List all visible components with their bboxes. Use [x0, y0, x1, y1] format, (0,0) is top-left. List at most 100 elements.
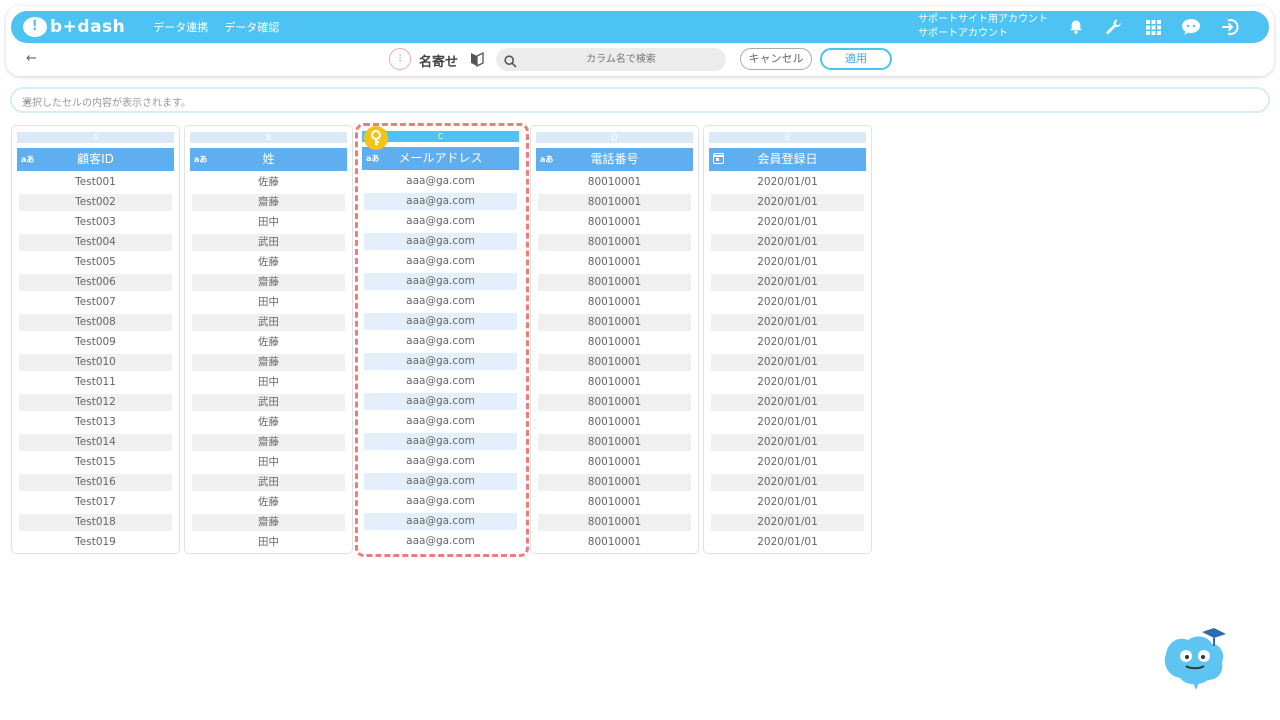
table-cell[interactable]: 2020/01/01: [711, 174, 864, 194]
table-cell[interactable]: 2020/01/01: [711, 354, 864, 374]
table-cell[interactable]: 80010001: [538, 194, 691, 214]
table-cell[interactable]: Test002: [19, 194, 172, 214]
table-cell[interactable]: 80010001: [538, 234, 691, 254]
cell-content-viewer[interactable]: 選択したセルの内容が表示されます。 ⌄: [10, 87, 1270, 113]
table-cell[interactable]: 佐藤: [192, 174, 345, 194]
beginner-mark-icon[interactable]: [470, 51, 484, 71]
table-cell[interactable]: 田中: [192, 214, 345, 234]
table-cell[interactable]: Test014: [19, 434, 172, 454]
table-cell[interactable]: 齋藤: [192, 274, 345, 294]
table-cell[interactable]: 80010001: [538, 274, 691, 294]
table-cell[interactable]: 2020/01/01: [711, 474, 864, 494]
table-cell[interactable]: 田中: [192, 374, 345, 394]
column-a[interactable]: Aaあ 顧客ID Test001 Test002 Test003 Test004 Test0…: [11, 125, 180, 554]
column-e[interactable]: E 会員登録日 2020/01/01 2020/01/01 2020/01/01 2020…: [703, 125, 872, 554]
column-search[interactable]: [496, 48, 726, 71]
table-cell[interactable]: 2020/01/01: [711, 234, 864, 254]
table-cell[interactable]: Test018: [19, 514, 172, 534]
mascot-helper-icon[interactable]: [1158, 626, 1230, 692]
column-d[interactable]: Daあ 電話番号 80010001 80010001 80010001 80010001 8…: [530, 125, 699, 554]
table-cell[interactable]: aaa@ga.com: [364, 513, 517, 533]
table-cell[interactable]: 80010001: [538, 394, 691, 414]
column-b[interactable]: Baあ姓佐藤 齋藤 田中 武田 佐藤 齋藤 田中 武田 佐藤 齋藤 田中 武田 佐藤 齋藤 田中 武田 佐藤 齋藤…: [184, 125, 353, 554]
wrench-icon[interactable]: [1103, 16, 1125, 38]
table-cell[interactable]: 2020/01/01: [711, 374, 864, 394]
nav-data-link[interactable]: データ連携: [153, 19, 208, 35]
support-chat-icon[interactable]: [1180, 16, 1202, 38]
table-cell[interactable]: 80010001: [538, 494, 691, 514]
table-cell[interactable]: 80010001: [538, 254, 691, 274]
apply-button[interactable]: 適用: [820, 48, 892, 70]
table-cell[interactable]: 2020/01/01: [711, 394, 864, 414]
chevron-down-icon[interactable]: ⌄: [22, 93, 1254, 106]
table-cell[interactable]: Test013: [19, 414, 172, 434]
table-cell[interactable]: 田中: [192, 294, 345, 314]
column-c[interactable]: Caあ メールアドレス aaa@ga.com aaa@ga.com aaa@ga.com…: [357, 125, 526, 554]
table-cell[interactable]: 佐藤: [192, 414, 345, 434]
table-cell[interactable]: aaa@ga.com: [364, 173, 517, 193]
table-cell[interactable]: 2020/01/01: [711, 274, 864, 294]
table-cell[interactable]: 80010001: [538, 214, 691, 234]
table-cell[interactable]: Test004: [19, 234, 172, 254]
table-cell[interactable]: 80010001: [538, 314, 691, 334]
table-cell[interactable]: 2020/01/01: [711, 194, 864, 214]
column-header[interactable]: aあ 姓: [190, 148, 347, 171]
column-header[interactable]: aあ 電話番号: [536, 148, 693, 171]
table-cell[interactable]: Test019: [19, 534, 172, 554]
table-cell[interactable]: Test012: [19, 394, 172, 414]
table-cell[interactable]: aaa@ga.com: [364, 433, 517, 453]
table-cell[interactable]: aaa@ga.com: [364, 233, 517, 253]
table-cell[interactable]: 佐藤: [192, 334, 345, 354]
table-cell[interactable]: 2020/01/01: [711, 334, 864, 354]
table-cell[interactable]: Test011: [19, 374, 172, 394]
table-cell[interactable]: 齋藤: [192, 434, 345, 454]
table-cell[interactable]: aaa@ga.com: [364, 313, 517, 333]
table-cell[interactable]: Test003: [19, 214, 172, 234]
table-cell[interactable]: aaa@ga.com: [364, 453, 517, 473]
table-cell[interactable]: 佐藤: [192, 494, 345, 514]
app-logo[interactable]: ! b+dash: [23, 17, 125, 37]
table-cell[interactable]: Test015: [19, 454, 172, 474]
column-header[interactable]: aあ メールアドレス: [362, 147, 519, 170]
table-cell[interactable]: aaa@ga.com: [364, 193, 517, 213]
table-cell[interactable]: aaa@ga.com: [364, 493, 517, 513]
table-cell[interactable]: 80010001: [538, 334, 691, 354]
table-cell[interactable]: aaa@ga.com: [364, 353, 517, 373]
table-cell[interactable]: 武田: [192, 314, 345, 334]
bell-icon[interactable]: [1065, 16, 1087, 38]
table-cell[interactable]: aaa@ga.com: [364, 373, 517, 393]
table-cell[interactable]: 田中: [192, 534, 345, 554]
table-cell[interactable]: 80010001: [538, 534, 691, 554]
table-cell[interactable]: 田中: [192, 454, 345, 474]
table-cell[interactable]: Test001: [19, 174, 172, 194]
table-cell[interactable]: Test008: [19, 314, 172, 334]
table-cell[interactable]: aaa@ga.com: [364, 533, 517, 553]
table-cell[interactable]: Test016: [19, 474, 172, 494]
table-cell[interactable]: 2020/01/01: [711, 454, 864, 474]
table-cell[interactable]: 80010001: [538, 454, 691, 474]
table-cell[interactable]: 2020/01/01: [711, 494, 864, 514]
table-cell[interactable]: 80010001: [538, 174, 691, 194]
table-cell[interactable]: 齋藤: [192, 194, 345, 214]
search-input[interactable]: [526, 48, 716, 71]
table-cell[interactable]: Test007: [19, 294, 172, 314]
table-cell[interactable]: 佐藤: [192, 254, 345, 274]
column-header[interactable]: 会員登録日: [709, 148, 866, 171]
table-cell[interactable]: aaa@ga.com: [364, 213, 517, 233]
table-cell[interactable]: Test006: [19, 274, 172, 294]
back-arrow-icon[interactable]: ←: [26, 51, 37, 66]
key-icon[interactable]: [364, 126, 388, 150]
table-cell[interactable]: 武田: [192, 394, 345, 414]
table-cell[interactable]: Test010: [19, 354, 172, 374]
table-cell[interactable]: 2020/01/01: [711, 434, 864, 454]
table-cell[interactable]: Test005: [19, 254, 172, 274]
table-cell[interactable]: 80010001: [538, 434, 691, 454]
table-cell[interactable]: 齋藤: [192, 354, 345, 374]
table-cell[interactable]: aaa@ga.com: [364, 273, 517, 293]
table-cell[interactable]: 80010001: [538, 354, 691, 374]
table-cell[interactable]: aaa@ga.com: [364, 333, 517, 353]
table-cell[interactable]: 80010001: [538, 514, 691, 534]
table-cell[interactable]: 80010001: [538, 474, 691, 494]
nav-data-check[interactable]: データ確認: [224, 19, 279, 35]
table-cell[interactable]: Test017: [19, 494, 172, 514]
